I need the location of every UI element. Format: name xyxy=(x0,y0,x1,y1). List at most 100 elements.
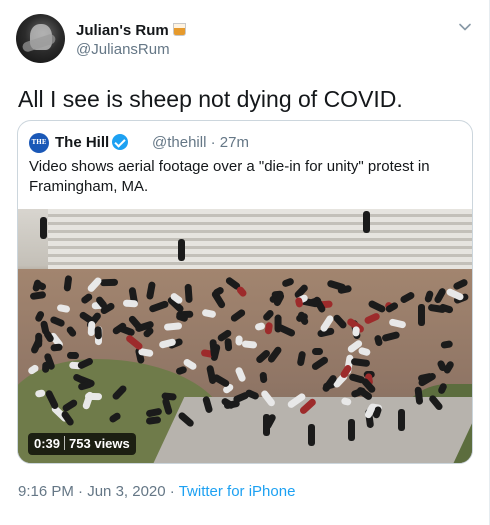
video-person xyxy=(205,364,217,385)
avatar[interactable] xyxy=(16,14,65,63)
video-person xyxy=(50,343,63,352)
video-person xyxy=(99,279,119,287)
author-handle[interactable]: @JuliansRum xyxy=(76,41,170,58)
video-person xyxy=(267,345,284,364)
video-person xyxy=(35,333,43,349)
video-person xyxy=(340,397,353,407)
video-person xyxy=(234,365,247,383)
video-person xyxy=(44,388,60,410)
quoted-time[interactable]: 27m xyxy=(220,134,249,151)
video-person-standing xyxy=(308,424,315,446)
verified-badge-icon xyxy=(112,134,129,150)
video-person xyxy=(145,281,156,300)
quoted-author-name[interactable]: The Hill xyxy=(55,134,129,151)
video-person xyxy=(56,303,71,314)
video-person xyxy=(85,393,103,401)
video-person-standing xyxy=(418,304,425,326)
video-person xyxy=(427,393,444,412)
video-person xyxy=(261,308,275,323)
video-person xyxy=(427,303,446,314)
video-person xyxy=(432,286,447,304)
quoted-handle[interactable]: @thehill xyxy=(152,134,206,151)
video-person xyxy=(183,283,193,304)
video-person xyxy=(357,346,371,357)
video-person-standing xyxy=(178,239,185,261)
video-badge-separator xyxy=(64,436,66,450)
quoted-meta: @thehill · 27m xyxy=(152,134,249,151)
tweet-date[interactable]: Jun 3, 2020 xyxy=(87,483,165,500)
video-person xyxy=(363,311,381,325)
video-person-standing xyxy=(363,211,370,233)
video-person xyxy=(310,355,329,371)
video-person xyxy=(281,277,296,289)
video-person xyxy=(175,365,189,376)
video-person xyxy=(276,322,297,338)
video-person xyxy=(312,347,324,355)
video-person xyxy=(66,351,80,359)
video-person-standing xyxy=(398,409,405,431)
author-name[interactable]: Julian's Rum xyxy=(76,22,186,39)
tweet-text: All I see is sheep not dying of COVID. xyxy=(18,86,403,112)
video-person xyxy=(111,384,129,402)
video-views-badge: 0:39 753 views xyxy=(28,433,136,455)
video-person xyxy=(201,308,217,319)
video-person xyxy=(350,357,371,367)
video-duration: 0:39 xyxy=(34,436,61,451)
video-person xyxy=(424,289,435,303)
video-person xyxy=(76,356,95,371)
video-person xyxy=(259,371,268,384)
video-person xyxy=(440,340,454,349)
quoted-dot: · xyxy=(210,134,216,151)
video-view-count: 753 views xyxy=(69,436,130,451)
video-person-standing xyxy=(348,419,355,441)
video-person xyxy=(63,274,73,292)
video-person xyxy=(123,299,139,308)
the-hill-logo: THE HILL xyxy=(29,133,49,166)
video-person xyxy=(452,278,469,292)
video-person xyxy=(224,337,233,351)
video-person xyxy=(436,381,448,395)
quoted-tweet[interactable]: THE HILL The Hill @thehill · 27m Video s… xyxy=(17,120,473,464)
video-person xyxy=(27,363,41,376)
author-name-text: Julian's Rum xyxy=(76,22,169,39)
video-person xyxy=(229,308,247,324)
video-crowd xyxy=(18,209,472,463)
video-person xyxy=(259,389,277,409)
video-person xyxy=(145,416,161,426)
video-person xyxy=(209,338,219,359)
tweet-source[interactable]: Twitter for iPhone xyxy=(179,483,296,500)
tumbler-glass-icon xyxy=(172,23,186,36)
tweet: Julian's Rum @JuliansRum All I see is sh… xyxy=(0,0,490,525)
video-person xyxy=(326,279,347,292)
video-person xyxy=(29,291,47,301)
video-person xyxy=(33,388,46,398)
quoted-text: Video shows aerial footage over a "die-i… xyxy=(29,158,430,195)
video-person xyxy=(201,395,213,415)
video-person xyxy=(49,315,67,328)
video-person xyxy=(41,361,50,374)
video-person xyxy=(367,299,387,314)
video-person xyxy=(94,326,102,340)
footer-separator: · xyxy=(78,483,84,500)
video-player[interactable]: 0:39 753 views xyxy=(18,209,472,463)
quoted-author-name-text: The Hill xyxy=(55,134,110,151)
video-person xyxy=(234,285,248,299)
video-person xyxy=(125,333,145,351)
video-person xyxy=(296,310,310,327)
tweet-time[interactable]: 9:16 PM xyxy=(18,483,74,500)
video-person xyxy=(399,290,416,305)
video-person xyxy=(60,410,76,428)
video-person-standing xyxy=(40,217,47,239)
video-person-standing xyxy=(263,414,270,436)
video-person xyxy=(381,330,401,342)
video-person xyxy=(108,411,123,424)
video-person xyxy=(65,325,78,339)
video-person xyxy=(163,322,183,331)
video-person xyxy=(296,350,307,367)
video-person xyxy=(148,299,170,313)
chevron-down-icon[interactable] xyxy=(458,20,472,34)
video-person xyxy=(177,410,196,428)
video-person xyxy=(414,386,424,405)
video-person xyxy=(241,340,258,349)
footer-separator: · xyxy=(169,483,175,500)
